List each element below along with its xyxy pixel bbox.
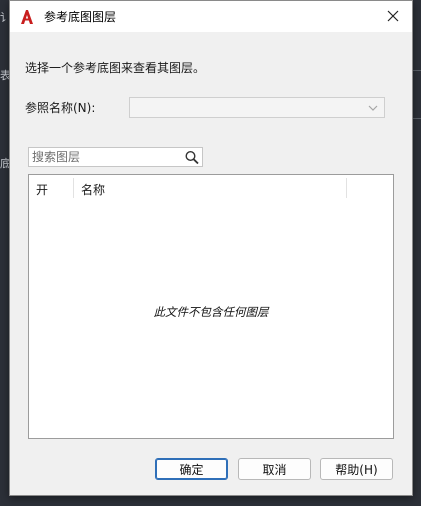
column-header-name[interactable]: 名称 — [81, 181, 105, 198]
reference-layers-dialog: 参考底图图层 选择一个参考底图来查看其图层。 参照名称(N): 开 — [9, 0, 413, 496]
search-icon[interactable] — [184, 150, 200, 165]
empty-list-message: 此文件不包含任何图层 — [153, 305, 269, 319]
title-bar[interactable]: 参考底图图层 — [10, 1, 412, 32]
ok-button[interactable]: 确定 — [155, 458, 228, 480]
layer-list[interactable]: 开 名称 此文件不包含任何图层 — [28, 174, 394, 439]
chevron-down-icon — [366, 101, 380, 115]
help-button[interactable]: 帮助(H) — [320, 458, 393, 480]
ref-name-dropdown[interactable] — [129, 97, 385, 118]
cancel-button[interactable]: 取消 — [238, 458, 311, 480]
ref-name-label: 参照名称(N): — [25, 101, 96, 115]
background-divider — [413, 118, 421, 119]
column-separator[interactable] — [346, 178, 347, 198]
layer-search-box[interactable] — [28, 147, 203, 167]
layer-search-input[interactable] — [29, 148, 179, 166]
column-separator[interactable] — [73, 178, 74, 198]
dialog-title: 参考底图图层 — [44, 10, 117, 24]
column-header-on[interactable]: 开 — [36, 181, 48, 198]
instruction-text: 选择一个参考底图来查看其图层。 — [25, 61, 206, 75]
close-icon — [387, 10, 399, 22]
list-header: 开 名称 — [29, 175, 393, 201]
close-button[interactable] — [378, 3, 408, 29]
background-divider — [413, 70, 421, 71]
autocad-a-icon — [18, 8, 36, 26]
